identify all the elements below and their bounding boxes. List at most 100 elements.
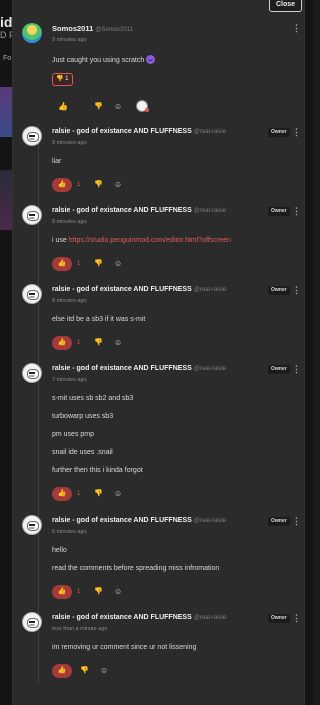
comment-time: 8 minutes ago (52, 298, 87, 304)
thumbs-up-icon[interactable]: 👍 (56, 100, 70, 114)
author-handle: @real-ralsie (193, 287, 227, 293)
comment-author[interactable]: ralsie - god of existance AND FLUFFNESS @… (52, 614, 226, 621)
author-handle: @real-ralsie (193, 129, 227, 135)
more-vertical-icon[interactable]: ⋮ (292, 207, 301, 216)
like-count: 1 (77, 340, 81, 346)
author-name: ralsie - god of existance AND FLUFFNESS (52, 286, 192, 293)
thumbs-down-icon[interactable]: 👎 (94, 257, 103, 271)
more-vertical-icon[interactable]: ⋮ (292, 128, 301, 137)
close-button[interactable]: Close (269, 0, 302, 12)
comment-text: hello (52, 547, 67, 554)
owner-badge: Owner (268, 614, 290, 623)
add-reaction-icon[interactable]: ☺ (114, 585, 122, 599)
add-reaction-icon[interactable]: ☺ (114, 178, 122, 192)
add-reaction-icon[interactable]: ☺ (114, 257, 122, 271)
author-name: ralsie - god of existance AND FLUFFNESS (52, 614, 192, 621)
backdrop-thumbnail (0, 87, 12, 137)
avatar[interactable] (22, 205, 42, 225)
smiling-devil-emoji-icon (146, 55, 156, 64)
thumbs-down-icon[interactable]: 👎 (94, 585, 103, 599)
more-vertical-icon[interactable]: ⋮ (292, 365, 301, 374)
thumbs-up-icon[interactable]: 👍 (52, 178, 72, 192)
like-count: 1 (77, 182, 81, 188)
backdrop-label-fragment: Fo (3, 55, 12, 62)
add-reaction-icon[interactable]: ☺ (114, 487, 122, 501)
add-reaction-icon[interactable]: ☺ (114, 100, 122, 114)
comment-author[interactable]: ralsie - god of existance AND FLUFFNESS @… (52, 365, 226, 372)
comment-text: snail ide uses .snail (52, 449, 113, 456)
comment-text: i use https://studio.penguinmod.com/edit… (52, 237, 231, 244)
avatar[interactable] (22, 612, 42, 632)
comment-actions: 👍 1 👎 ☺ (52, 257, 152, 271)
more-vertical-icon[interactable]: ⋮ (292, 24, 301, 33)
author-name: ralsie - god of existance AND FLUFFNESS (52, 517, 192, 524)
reactor-avatar[interactable] (136, 100, 149, 112)
author-handle: @real-ralsie (193, 615, 227, 621)
comment-author[interactable]: ralsie - god of existance AND FLUFFNESS @… (52, 128, 226, 135)
comment-author[interactable]: Somos2011 @Somos2011 (52, 24, 133, 33)
comment-text: im removing ur comment since ur not liss… (52, 644, 197, 651)
more-vertical-icon[interactable]: ⋮ (292, 614, 301, 623)
author-name: ralsie - god of existance AND FLUFFNESS (52, 207, 192, 214)
author-handle: @Somos2011 (95, 27, 133, 33)
add-reaction-icon[interactable]: ☺ (114, 336, 122, 350)
thumbs-up-icon[interactable]: 👍 (52, 664, 72, 678)
comment-text: read the comments before spreading miss … (52, 565, 220, 572)
comment-author[interactable]: ralsie - god of existance AND FLUFFNESS @… (52, 517, 226, 524)
avatar[interactable] (22, 284, 42, 304)
comment-actions: 👍 1 👎 ☺ (52, 336, 152, 350)
comment-time: 7 minutes ago (52, 377, 87, 383)
comment-text: turbowarp uses sb3 (52, 413, 114, 420)
comment-time: less than a minute ago (52, 626, 108, 632)
thumbs-up-icon[interactable]: 👍 (52, 257, 72, 271)
thumbs-down-icon[interactable]: 👎 (80, 664, 89, 678)
avatar[interactable] (22, 23, 42, 43)
thumbs-down-icon[interactable]: 👎 (94, 178, 103, 192)
comment-link[interactable]: https://studio.penguinmod.com/editor.htm… (69, 237, 231, 244)
comment-time: 8 minutes ago (52, 219, 87, 225)
comment-text: further then this i kinda forgot (52, 467, 143, 474)
comment-author[interactable]: ralsie - god of existance AND FLUFFNESS @… (52, 207, 226, 214)
avatar[interactable] (22, 363, 42, 383)
comment-line: i use (52, 237, 69, 244)
avatar[interactable] (22, 126, 42, 146)
author-name: ralsie - god of existance AND FLUFFNESS (52, 365, 192, 372)
comment-line: Just caught you using scratch (52, 57, 145, 64)
thumbs-up-icon[interactable]: 👍 (52, 487, 72, 501)
comment-text: else itd be a sb3 if it was s-mit (52, 316, 146, 323)
author-handle: @real-ralsie (193, 518, 227, 524)
backdrop-thumbnail (0, 170, 12, 230)
add-reaction-icon[interactable]: ☺ (100, 664, 108, 678)
thumbs-down-icon[interactable]: 👎 (94, 100, 103, 114)
comment-actions: 👍 1 👎 ☺ (52, 178, 152, 192)
author-name: Somos2011 (52, 24, 94, 33)
owner-badge: Owner (268, 517, 290, 526)
reaction-count: 1 (65, 76, 69, 82)
author-handle: @real-ralsie (193, 208, 227, 214)
comment-time: 6 minutes ago (52, 529, 87, 535)
comment-author[interactable]: ralsie - god of existance AND FLUFFNESS @… (52, 286, 226, 293)
author-name: ralsie - god of existance AND FLUFFNESS (52, 128, 192, 135)
like-count: 1 (77, 589, 81, 595)
comment-time: 9 minutes ago (52, 37, 87, 43)
owner-badge: Owner (268, 365, 290, 374)
avatar[interactable] (22, 515, 42, 535)
thumbs-down-icon[interactable]: 👎 (94, 487, 103, 501)
reaction-chip[interactable]: 👎 1 (52, 73, 73, 86)
comment-actions: 👍 1 👎 ☺ (52, 585, 152, 599)
thumbs-up-icon[interactable]: 👍 (52, 336, 72, 350)
comment-actions: 👍 👎 ☺ (52, 664, 152, 678)
owner-badge: Owner (268, 128, 290, 137)
more-vertical-icon[interactable]: ⋮ (292, 286, 301, 295)
thumbs-down-icon[interactable]: 👎 (94, 336, 103, 350)
thumbs-down-emoji-icon: 👎 (56, 76, 64, 82)
comment-time: 9 minutes ago (52, 140, 87, 146)
comment-actions: 👍 1 👎 ☺ (52, 487, 152, 501)
more-vertical-icon[interactable]: ⋮ (292, 517, 301, 526)
comment-text: liar (52, 158, 62, 165)
comment-text: pm uses pmp (52, 431, 95, 438)
owner-badge: Owner (268, 286, 290, 295)
like-count: 1 (77, 261, 81, 267)
comment-actions: 👍 👎 ☺ (56, 100, 176, 114)
thumbs-up-icon[interactable]: 👍 (52, 585, 72, 599)
